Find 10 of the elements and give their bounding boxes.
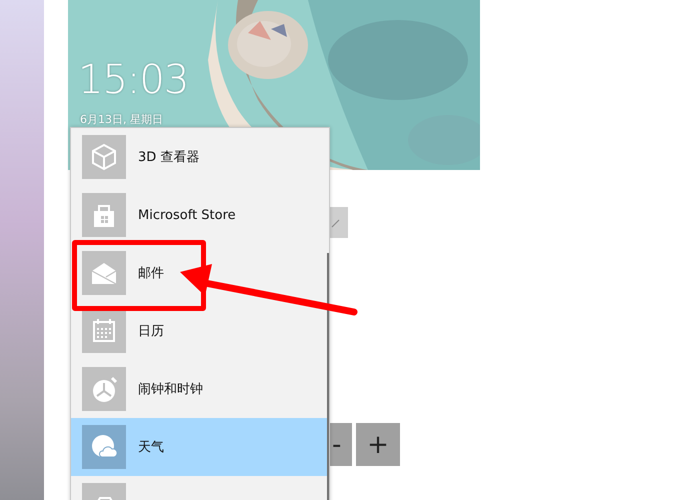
clock-time: 15:03 [78, 57, 188, 103]
app-option[interactable]: 闹钟和时钟 [71, 360, 329, 418]
app-option[interactable]: Microsoft Store [71, 186, 329, 244]
clock-date: 6月13日, 星期日 [80, 112, 163, 127]
app-option[interactable]: 天气 [71, 418, 329, 476]
app-option[interactable]: 日历 [71, 302, 329, 360]
app-option[interactable]: 3D 查看器 [71, 128, 329, 186]
app-option[interactable]: 邮件 [71, 244, 329, 302]
decrease-button[interactable]: - [330, 423, 352, 466]
increase-button[interactable]: + [356, 423, 400, 466]
